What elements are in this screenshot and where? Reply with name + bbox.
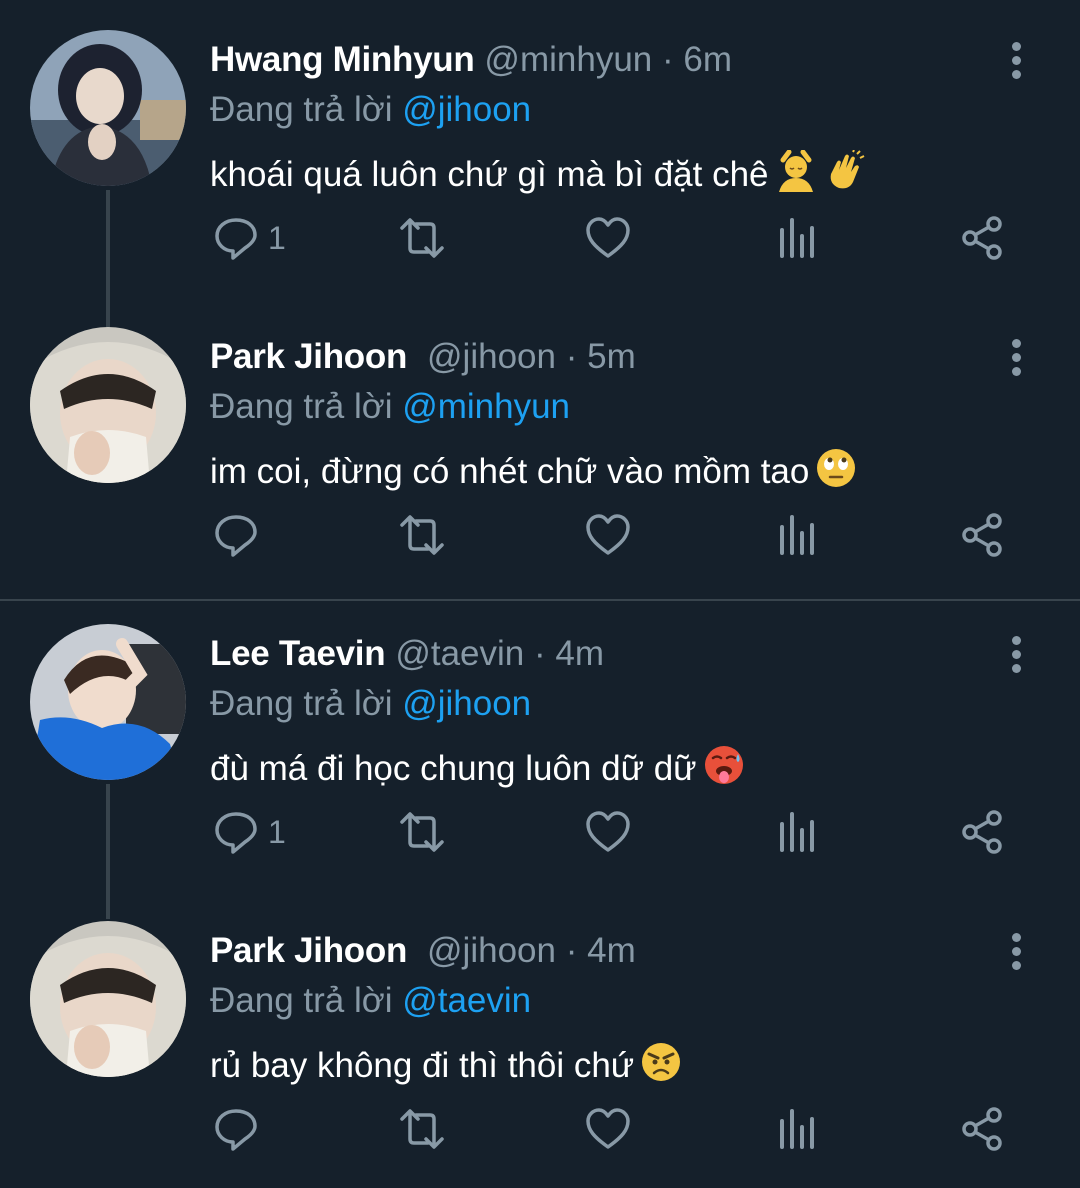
tweet-text: khoái quá luôn chứ gì mà bì đặt chê	[210, 150, 865, 198]
tweet[interactable]: Lee Taevin @taevin · 4m Đang trả lời @jih…	[0, 594, 1080, 919]
tweet-body: đù má đi học chung luôn dữ dữ	[210, 749, 697, 788]
mention-link[interactable]: @minhyun	[402, 387, 570, 426]
tweet[interactable]: Hwang Minhyun @minhyun · 6m Đang trả lời …	[0, 0, 1080, 330]
reply-icon	[215, 515, 257, 557]
tweet-header: Park Jihoon @jihoon · 4m	[210, 929, 636, 973]
eye-roll-emoji	[815, 447, 857, 489]
mention-link[interactable]: @jihoon	[402, 90, 531, 129]
author-name[interactable]: Park Jihoon	[210, 337, 407, 376]
share-button[interactable]	[958, 505, 1006, 565]
tweet-text: rủ bay không đi thì thôi chứ	[210, 1041, 682, 1089]
waving-hand-emoji	[823, 150, 865, 192]
share-button[interactable]	[958, 1099, 1006, 1159]
more-options-icon[interactable]	[996, 335, 1036, 379]
angry-face-emoji	[640, 1041, 682, 1083]
retweet-icon	[400, 1109, 444, 1149]
reply-icon	[215, 1109, 257, 1151]
analytics-icon	[780, 1109, 814, 1149]
analytics-button[interactable]	[772, 208, 820, 268]
tweet-body: im coi, đừng có nhét chữ vào mồm tao	[210, 452, 810, 491]
mention-link[interactable]: @taevin	[402, 981, 531, 1020]
like-button[interactable]	[584, 1099, 632, 1159]
share-button[interactable]	[958, 208, 1006, 268]
person-getting-massage-emoji	[775, 150, 817, 192]
author-handle[interactable]: @taevin	[395, 634, 524, 673]
tweet-text: đù má đi học chung luôn dữ dữ	[210, 744, 745, 792]
reply-prefix: Đang trả lời	[210, 387, 393, 426]
tweet-header: Park Jihoon @jihoon · 5m	[210, 335, 636, 379]
timestamp[interactable]: · 4m	[534, 634, 604, 673]
share-icon	[962, 216, 1002, 260]
reply-button[interactable]	[212, 505, 268, 565]
author-handle[interactable]: @jihoon	[427, 337, 556, 376]
reply-prefix: Đang trả lời	[210, 981, 393, 1020]
reply-count: 1	[268, 813, 286, 850]
tweet-actions	[0, 1099, 1080, 1159]
share-icon	[962, 810, 1002, 854]
avatar[interactable]	[30, 327, 186, 483]
reply-icon	[215, 218, 257, 260]
reply-icon	[215, 812, 257, 854]
heart-icon	[586, 1108, 630, 1149]
hot-face-emoji	[703, 744, 745, 786]
retweet-icon	[400, 515, 444, 555]
reply-count: 1	[268, 219, 286, 256]
reply-prefix: Đang trả lời	[210, 684, 393, 723]
timestamp[interactable]: · 5m	[566, 337, 636, 376]
retweet-icon	[400, 812, 444, 852]
tweet-actions: 1	[0, 208, 1080, 268]
reply-context: Đang trả lời @jihoon	[210, 88, 531, 132]
heart-icon	[586, 514, 630, 555]
reply-context: Đang trả lời @jihoon	[210, 682, 531, 726]
heart-icon	[586, 811, 630, 852]
share-icon	[962, 1107, 1002, 1151]
like-button[interactable]	[584, 505, 632, 565]
analytics-icon	[780, 218, 814, 258]
mention-link[interactable]: @jihoon	[402, 684, 531, 723]
timestamp[interactable]: · 6m	[662, 40, 732, 79]
tweet-body: khoái quá luôn chứ gì mà bì đặt chê	[210, 155, 769, 194]
analytics-icon	[780, 812, 814, 852]
reply-context: Đang trả lời @taevin	[210, 979, 531, 1023]
tweet-actions	[0, 505, 1080, 565]
reply-context: Đang trả lời @minhyun	[210, 385, 570, 429]
avatar[interactable]	[30, 921, 186, 1077]
retweet-button[interactable]	[398, 802, 446, 862]
tweet-actions: 1	[0, 802, 1080, 862]
tweet-text: im coi, đừng có nhét chữ vào mồm tao	[210, 447, 857, 495]
share-icon	[962, 513, 1002, 557]
retweet-button[interactable]	[398, 505, 446, 565]
reply-button[interactable]: 1	[212, 208, 286, 268]
tweet-header: Hwang Minhyun @minhyun · 6m	[210, 38, 732, 82]
retweet-button[interactable]	[398, 1099, 446, 1159]
tweet[interactable]: Park Jihoon @jihoon · 5m Đang trả lời @mi…	[0, 297, 1080, 594]
tweet-header: Lee Taevin @taevin · 4m	[210, 632, 604, 676]
author-name[interactable]: Park Jihoon	[210, 931, 407, 970]
analytics-button[interactable]	[772, 1099, 820, 1159]
author-name[interactable]: Hwang Minhyun	[210, 40, 475, 79]
retweet-icon	[400, 218, 444, 258]
avatar[interactable]	[30, 624, 186, 780]
tweet[interactable]: Park Jihoon @jihoon · 4m Đang trả lời @ta…	[0, 891, 1080, 1188]
analytics-button[interactable]	[772, 505, 820, 565]
author-handle[interactable]: @jihoon	[427, 931, 556, 970]
more-options-icon[interactable]	[996, 929, 1036, 973]
like-button[interactable]	[584, 208, 632, 268]
reply-prefix: Đang trả lời	[210, 90, 393, 129]
author-handle[interactable]: @minhyun	[484, 40, 652, 79]
reply-button[interactable]	[212, 1099, 268, 1159]
tweet-body: rủ bay không đi thì thôi chứ	[210, 1046, 635, 1085]
analytics-button[interactable]	[772, 802, 820, 862]
avatar[interactable]	[30, 30, 186, 186]
more-options-icon[interactable]	[996, 632, 1036, 676]
analytics-icon	[780, 515, 814, 555]
like-button[interactable]	[584, 802, 632, 862]
author-name[interactable]: Lee Taevin	[210, 634, 386, 673]
heart-icon	[586, 217, 630, 258]
more-options-icon[interactable]	[996, 38, 1036, 82]
share-button[interactable]	[958, 802, 1006, 862]
retweet-button[interactable]	[398, 208, 446, 268]
reply-button[interactable]: 1	[212, 802, 286, 862]
timestamp[interactable]: · 4m	[566, 931, 636, 970]
